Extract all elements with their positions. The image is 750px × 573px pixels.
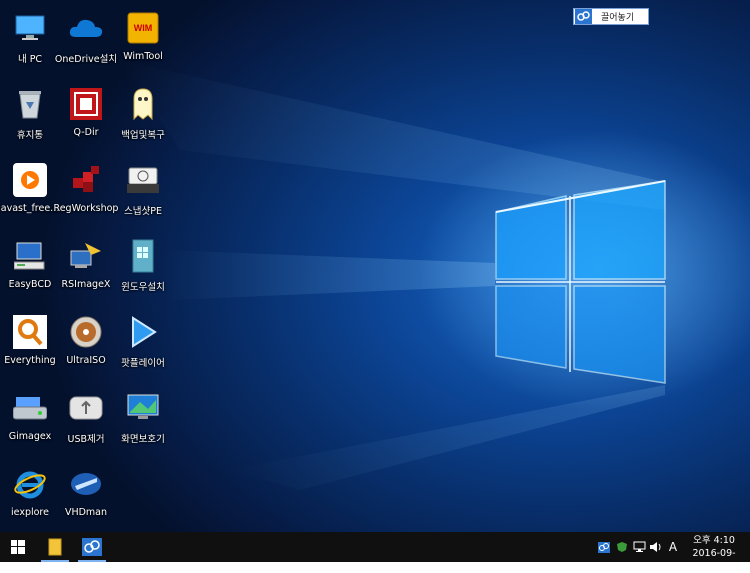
avast-icon <box>12 162 48 198</box>
everything-search-icon <box>12 314 48 350</box>
vhd-icon <box>68 466 104 502</box>
icon-label: 화면보호기 <box>121 434 165 445</box>
play-icon <box>125 314 161 350</box>
disc-icon <box>68 314 104 350</box>
internet-explorer-icon <box>12 466 48 502</box>
start-button[interactable] <box>1 532 35 562</box>
desktop-icon-snapshot-pe[interactable]: 스냅샷PE <box>110 156 176 228</box>
setup-box-icon <box>125 238 161 274</box>
taskbar-drag-drop-app[interactable] <box>75 532 109 562</box>
desktop-icon-backup-restore[interactable]: 백업및복구 <box>110 80 176 152</box>
volume-icon[interactable] <box>649 540 663 554</box>
computer-icon <box>12 238 48 274</box>
wimtool-icon: WIM <box>125 10 161 46</box>
tray-shield-icon[interactable] <box>615 540 629 554</box>
icon-label: WimTool <box>123 51 163 62</box>
screensaver-icon <box>125 390 161 426</box>
ghost-icon <box>125 86 161 122</box>
svg-text:WIM: WIM <box>134 23 153 33</box>
drag-drop-widget[interactable]: 끌어놓기 <box>573 8 649 25</box>
monitor-icon <box>12 10 48 46</box>
desktop-icon-potplayer[interactable]: 팟플레이어 <box>110 308 176 380</box>
taskbar-clock[interactable]: 오후 4:10 2016-09-18 <box>688 534 740 573</box>
recycle-bin-icon <box>12 86 48 122</box>
icon-label: 윈도우설치 <box>121 282 165 293</box>
desktop-icon-vhdman[interactable]: VHDman <box>53 460 119 532</box>
icon-label: 스냅샷PE <box>124 206 162 217</box>
icon-label: 팟플레이어 <box>121 358 165 369</box>
desktop-icon-wimtool[interactable]: WIM WimTool <box>110 4 176 76</box>
drag-drop-app-icon <box>82 538 102 556</box>
file-explorer-icon <box>48 538 62 556</box>
windows-logo-icon <box>11 540 25 554</box>
backup-drive-icon <box>125 162 161 198</box>
drag-drop-label: 끌어놓기 <box>601 13 635 23</box>
usb-drive-icon <box>68 390 104 426</box>
icon-label: VHDman <box>64 507 108 518</box>
registry-cubes-icon <box>68 162 104 198</box>
taskbar: A 오후 4:10 2016-09-18 <box>0 532 750 572</box>
desktop-icon-windows-setup[interactable]: 윈도우설치 <box>110 232 176 304</box>
ime-indicator[interactable]: A <box>666 540 680 554</box>
network-computer-icon <box>68 238 104 274</box>
icon-label: 백업및복구 <box>121 130 165 141</box>
qdir-icon <box>68 86 104 122</box>
tray-drag-drop-icon[interactable] <box>597 540 611 554</box>
taskbar-file-explorer[interactable] <box>38 532 72 562</box>
disk-drive-icon <box>12 390 48 426</box>
clock-date: 2016-09-18 <box>692 548 736 572</box>
cloud-icon <box>68 10 104 46</box>
desktop-icon-screensaver[interactable]: 화면보호기 <box>110 384 176 456</box>
clock-time: 오후 4:10 <box>693 535 735 546</box>
drag-drop-icon <box>575 9 592 24</box>
network-icon[interactable] <box>632 540 646 554</box>
desktop[interactable]: 내 PC 휴지통 avast_free... EasyBCD Everythin… <box>0 0 750 532</box>
